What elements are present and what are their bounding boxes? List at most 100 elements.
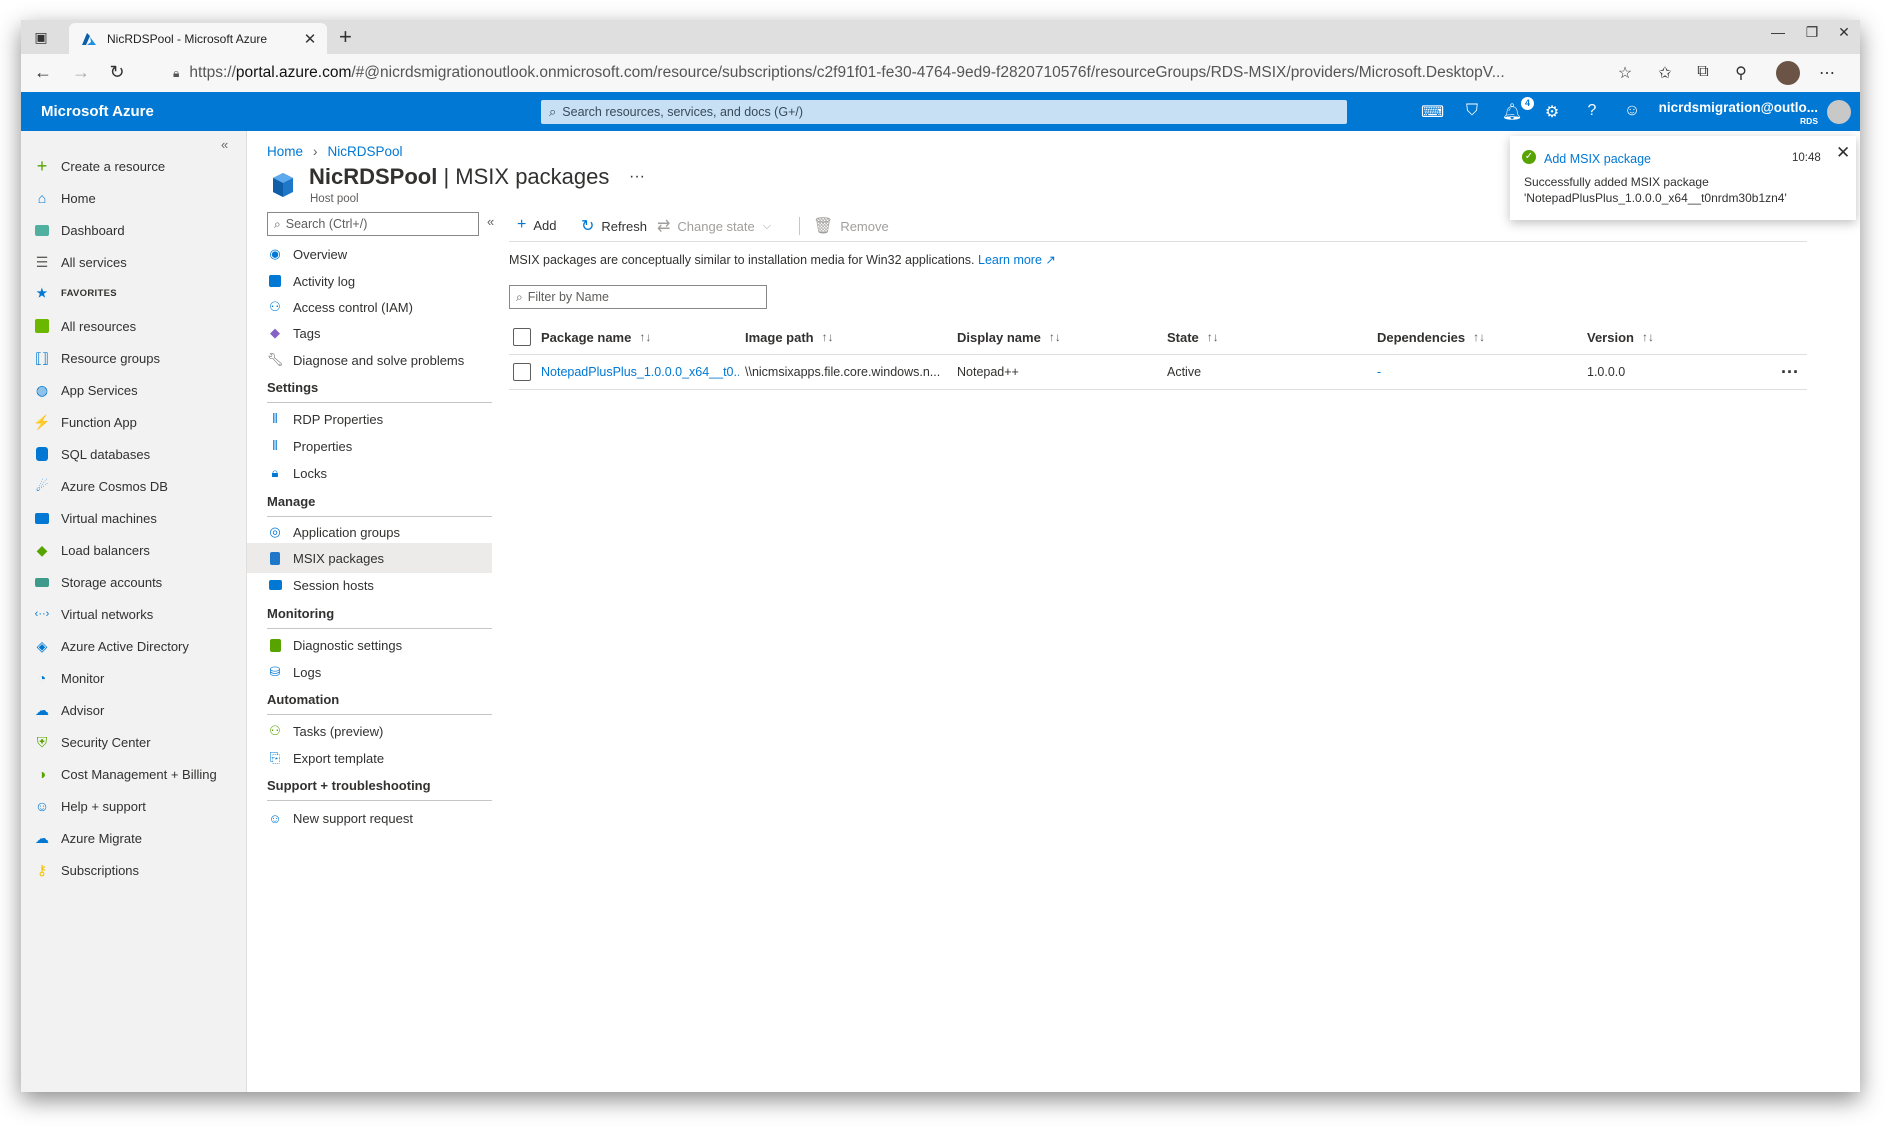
nav-security-center[interactable]: ⛨ Security Center [33, 731, 151, 753]
sort-icon: ↑↓ [821, 330, 834, 344]
collapse-menu-icon[interactable]: « [221, 137, 228, 152]
overview-icon: ◉ [269, 246, 281, 261]
close-window-icon[interactable]: ✕ [1829, 24, 1859, 41]
select-all-checkbox[interactable] [513, 320, 531, 354]
url-field[interactable]: 🔒︎ https://portal.azure.com/#@nicrdsmigr… [173, 60, 1603, 86]
nav-advisor[interactable]: ☁ Advisor [33, 699, 104, 721]
nav-label: Azure Migrate [61, 830, 142, 846]
menu-logs[interactable]: ⛁ Logs [247, 657, 492, 687]
back-icon[interactable]: ← [31, 62, 55, 83]
table-row[interactable]: NotepadPlusPlus_1.0.0.0_x64__t0... \\nic… [509, 355, 1807, 390]
logs-icon: ⛁ [269, 664, 281, 679]
close-icon[interactable]: ✕ [1836, 143, 1850, 163]
minimize-icon[interactable]: — [1763, 24, 1793, 40]
menu-rdp-properties[interactable]: ⦀ RDP Properties [247, 404, 492, 434]
extensions-icon[interactable]: ⚲ [1729, 63, 1753, 83]
col-display-name[interactable]: Display name ↑↓ [957, 320, 1061, 354]
nav-home[interactable]: ⌂ Home [33, 187, 96, 209]
nav-app-services[interactable]: ◍ App Services [33, 379, 138, 401]
sort-icon: ↑↓ [1206, 330, 1219, 344]
settings-gear-icon[interactable]: ⚙ [1541, 102, 1563, 122]
reload-icon[interactable]: ↻ [105, 62, 129, 83]
col-state[interactable]: State ↑↓ [1167, 320, 1219, 354]
browser-tab[interactable]: NicRDSPool - Microsoft Azure ✕ [69, 23, 327, 54]
col-image-path[interactable]: Image path ↑↓ [745, 320, 834, 354]
nav-resource-groups[interactable]: ⟦⟧ Resource groups [33, 347, 160, 369]
global-search-input[interactable]: ⌕ Search resources, services, and docs (… [541, 100, 1347, 124]
learn-more-link[interactable]: Learn more ↗ [978, 253, 1056, 267]
nav-function-app[interactable]: ⚡ Function App [33, 411, 137, 433]
function-app-icon: ⚡ [33, 413, 51, 430]
menu-locks[interactable]: 🔒︎ Locks [247, 458, 492, 488]
nav-create-resource[interactable]: + Create a resource [33, 155, 165, 177]
refresh-button[interactable]: ↻ Refresh [581, 216, 647, 236]
more-icon[interactable]: ⋯ [1815, 63, 1839, 83]
filter-by-name-input[interactable]: ⌕ Filter by Name [509, 285, 767, 309]
cloud-shell-icon[interactable]: ⌨ [1421, 102, 1444, 122]
menu-properties[interactable]: ⦀ Properties [247, 431, 492, 461]
menu-new-support-request[interactable]: ☺ New support request [247, 803, 492, 833]
url-prefix: https:// [189, 64, 236, 81]
nav-help-support[interactable]: ☺ Help + support [33, 795, 146, 817]
nav-cosmos-db[interactable]: ☄ Azure Cosmos DB [33, 475, 168, 497]
resource-menu-search-input[interactable]: ⌕ Search (Ctrl+/) [267, 212, 479, 236]
menu-export-template[interactable]: ⎘ Export template [247, 743, 492, 773]
row-more-icon[interactable]: ··· [1781, 355, 1799, 389]
nav-all-resources[interactable]: All resources [33, 315, 136, 337]
dependencies-cell[interactable]: - [1377, 355, 1381, 389]
account-name[interactable]: nicrdsmigration@outlo... [1659, 100, 1818, 115]
remove-button[interactable]: 🗑︎ Remove [813, 216, 889, 236]
help-icon[interactable]: ? [1581, 102, 1603, 120]
nav-azure-ad[interactable]: ◈ Azure Active Directory [33, 635, 189, 657]
nav-storage-accounts[interactable]: Storage accounts [33, 571, 162, 593]
nav-load-balancers[interactable]: ◆ Load balancers [33, 539, 150, 561]
add-favorite-icon[interactable]: ☆ [1613, 63, 1637, 83]
notification-toast[interactable]: ✓ Add MSIX package 10:48 ✕ Successfully … [1510, 136, 1856, 220]
msix-packages-table: Package name ↑↓ Image path ↑↓ Display name… [509, 320, 1807, 390]
collections-icon[interactable]: ⧉ [1691, 63, 1715, 81]
new-tab-icon[interactable]: + [339, 24, 352, 50]
col-dependencies[interactable]: Dependencies ↑↓ [1377, 320, 1485, 354]
menu-msix-packages[interactable]: MSIX packages [247, 543, 492, 573]
collapse-resource-menu-icon[interactable]: « [487, 214, 494, 229]
col-version[interactable]: Version ↑↓ [1587, 320, 1654, 354]
diagnostic-settings-icon [267, 637, 283, 653]
menu-overview[interactable]: ◉ Overview [247, 239, 492, 269]
close-tab-icon[interactable]: ✕ [301, 30, 319, 48]
profile-avatar[interactable] [1776, 61, 1800, 85]
menu-diagnostic-settings[interactable]: Diagnostic settings [247, 630, 492, 660]
portal-brand[interactable]: Microsoft Azure [41, 103, 154, 120]
nav-azure-migrate[interactable]: ☁ Azure Migrate [33, 827, 142, 849]
nav-virtual-networks[interactable]: ‹··› Virtual networks [33, 603, 154, 625]
package-name-link[interactable]: NotepadPlusPlus_1.0.0.0_x64__t0... [541, 355, 739, 389]
menu-tasks[interactable]: ⚇ Tasks (preview) [247, 716, 492, 746]
menu-tags[interactable]: ◆ Tags [247, 318, 492, 348]
col-package-name[interactable]: Package name ↑↓ [541, 320, 651, 354]
more-options-icon[interactable]: ··· [629, 168, 645, 186]
menu-session-hosts[interactable]: Session hosts [247, 570, 492, 600]
breadcrumb-resource[interactable]: NicRDSPool [328, 144, 403, 159]
add-button[interactable]: + Add [517, 216, 556, 234]
breadcrumb-home[interactable]: Home [267, 144, 303, 159]
row-checkbox[interactable] [513, 355, 531, 389]
favorites-icon[interactable]: ✩ [1653, 63, 1677, 83]
restore-icon[interactable]: ❐ [1797, 24, 1827, 41]
nav-all-services[interactable]: ☰ All services [33, 251, 127, 273]
feedback-smiley-icon[interactable]: ☺ [1621, 102, 1643, 120]
forward-icon[interactable]: → [69, 62, 93, 83]
toast-title[interactable]: Add MSIX package [1544, 152, 1651, 166]
nav-subscriptions[interactable]: ⚷ Subscriptions [33, 859, 139, 881]
nav-monitor[interactable]: ◔ Monitor [33, 667, 105, 689]
nav-virtual-machines[interactable]: Virtual machines [33, 507, 157, 529]
nav-dashboard[interactable]: Dashboard [33, 219, 125, 241]
nav-cost-management[interactable]: ◑ Cost Management + Billing [33, 763, 217, 785]
account-avatar[interactable] [1827, 100, 1851, 124]
change-state-button[interactable]: ⇄ Change state ⌵ [657, 216, 771, 236]
directory-filter-icon[interactable]: ⛉ [1461, 102, 1483, 120]
menu-diagnose[interactable]: 🔧︎ Diagnose and solve problems [247, 345, 492, 375]
menu-label: Session hosts [293, 577, 374, 593]
menu-label: Application groups [293, 524, 400, 540]
tab-actions-icon[interactable]: ▣ [31, 27, 51, 47]
notifications-icon[interactable]: 🔔︎ [1501, 102, 1523, 122]
nav-sql-databases[interactable]: SQL databases [33, 443, 150, 465]
